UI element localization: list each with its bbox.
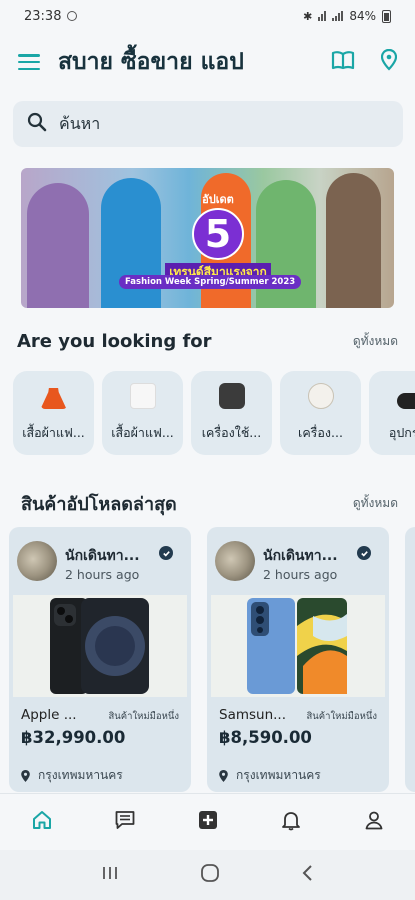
categories-see-all-link[interactable]: ดูทั้งหมด — [353, 332, 398, 351]
bell-icon[interactable] — [271, 800, 311, 840]
app-bar: สบาย ซื้อขาย แอป — [0, 36, 415, 88]
wifi-icon — [318, 11, 327, 21]
category-label: อุปกรณ — [388, 425, 415, 440]
product-image[interactable] — [13, 595, 187, 697]
category-label: เสื้อผ้าแฟ... — [22, 425, 85, 440]
notification-icon — [67, 11, 78, 21]
verified-icon — [159, 546, 173, 560]
product-card[interactable] — [405, 527, 415, 792]
status-bar: 23:38 ✱ 84% — [0, 0, 415, 32]
signal-icon — [332, 11, 344, 21]
post-time: 2 hours ago — [263, 567, 338, 582]
battery-level: 84% — [349, 9, 376, 23]
latest-see-all-link[interactable]: ดูทั้งหมด — [353, 494, 398, 513]
location-pin-icon — [21, 769, 30, 782]
category-item[interactable]: เสื้อผ้าแฟ... — [13, 371, 94, 455]
product-price: ฿8,590.00 — [219, 728, 312, 747]
category-item[interactable]: อุปกรณ — [369, 371, 415, 455]
banner-model-5 — [326, 173, 381, 308]
avatar[interactable] — [17, 541, 57, 581]
category-item[interactable]: เสื้อผ้าแฟ... — [102, 371, 183, 455]
status-time: 23:38 — [24, 8, 62, 24]
appliance-icon — [218, 383, 245, 409]
banner-line3: Fashion Week Spring/Summer 2023 — [119, 275, 302, 289]
post-time: 2 hours ago — [65, 567, 140, 582]
system-navigation — [0, 850, 415, 900]
book-icon[interactable] — [331, 50, 355, 74]
product-card[interactable]: นักเดินทา... 2 hours ago Apple ... สินค้… — [9, 527, 191, 792]
product-condition: สินค้าใหม่มือหนึ่ง — [108, 711, 179, 722]
product-location: กรุงเทพมหานคร — [21, 766, 123, 785]
category-label: เครื่อง... — [298, 425, 343, 440]
avatar[interactable] — [215, 541, 255, 581]
chat-icon[interactable] — [105, 800, 145, 840]
category-item[interactable]: เครื่องใช้... — [191, 371, 272, 455]
category-list: เสื้อผ้าแฟ... เสื้อผ้าแฟ... เครื่องใช้..… — [13, 371, 415, 455]
seller-name[interactable]: นักเดินทา... — [263, 545, 338, 567]
banner-model-1 — [27, 183, 89, 308]
location-pin-icon — [219, 769, 228, 782]
app-title: สบาย ซื้อขาย แอป — [58, 49, 244, 75]
search-bar[interactable]: ค้นหา — [13, 101, 403, 147]
search-icon — [27, 112, 47, 136]
location-text: กรุงเทพมหานคร — [236, 768, 321, 782]
battery-icon — [382, 9, 391, 23]
category-label: เครื่องใช้... — [201, 425, 262, 440]
categories-title: Are you looking for — [17, 331, 212, 352]
seller-name[interactable]: นักเดินทา... — [65, 545, 140, 567]
promo-banner[interactable]: อัปเดต 5 เทรนด์สีมาแรงจาก Fashion Week S… — [21, 168, 394, 308]
product-name: Apple ... — [21, 707, 77, 723]
product-card[interactable]: นักเดินทา... 2 hours ago Samsun... สินค้… — [207, 527, 389, 792]
product-price: ฿32,990.00 — [21, 728, 126, 747]
back-icon[interactable] — [301, 864, 315, 886]
latest-header: สินค้าอัปโหลดล่าสุด ดูทั้งหมด — [0, 489, 415, 518]
product-location: กรุงเทพมหานคร — [219, 766, 321, 785]
dress-icon — [40, 383, 67, 409]
necklace-icon — [307, 383, 334, 409]
latest-title: สินค้าอัปโหลดล่าสุด — [21, 494, 177, 515]
profile-icon[interactable] — [354, 800, 394, 840]
banner-line1: อัปเดต — [202, 193, 234, 206]
menu-icon[interactable] — [18, 54, 40, 70]
recent-apps-icon[interactable] — [101, 865, 119, 885]
bluetooth-icon: ✱ — [303, 9, 313, 23]
banner-headline: อัปเดต 5 เทรนด์สีมาแรงจาก — [165, 190, 271, 288]
product-list: นักเดินทา... 2 hours ago Apple ... สินค้… — [9, 527, 415, 792]
product-condition: สินค้าใหม่มือหนึ่ง — [306, 711, 377, 722]
add-listing-icon[interactable] — [188, 800, 228, 840]
category-item[interactable]: เครื่อง... — [280, 371, 361, 455]
home-icon[interactable] — [22, 800, 62, 840]
category-label: เสื้อผ้าแฟ... — [111, 425, 174, 440]
product-name: Samsun... — [219, 707, 287, 723]
bottom-navigation — [0, 793, 415, 846]
categories-header: Are you looking for ดูทั้งหมด — [0, 331, 415, 352]
home-button-icon[interactable] — [200, 863, 220, 887]
gamepad-icon — [396, 393, 415, 409]
location-text: กรุงเทพมหานคร — [38, 768, 123, 782]
search-placeholder: ค้นหา — [59, 113, 101, 133]
location-pin-icon[interactable] — [380, 48, 398, 75]
verified-icon — [357, 546, 371, 560]
shirt-icon — [129, 383, 156, 409]
banner-number: 5 — [192, 208, 244, 260]
product-image[interactable] — [211, 595, 385, 697]
